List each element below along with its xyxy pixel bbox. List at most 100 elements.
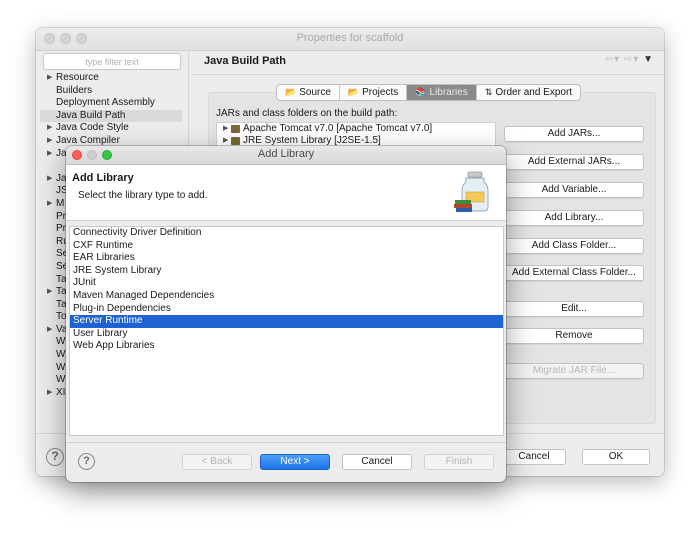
tree-item-label: Ja xyxy=(56,147,67,159)
tab-icon: ⇅ xyxy=(484,87,493,97)
tree-item-label: Resource xyxy=(56,72,99,83)
dialog-header: Add Library Select the library type to a… xyxy=(66,165,506,221)
expand-arrow-icon[interactable]: ▶ xyxy=(47,72,52,85)
cancel-button[interactable]: Cancel xyxy=(502,449,566,465)
add-external-class-folder-button[interactable]: Add External Class Folder... xyxy=(504,265,644,281)
jar-list-item[interactable]: ▶ Apache Tomcat v7.0 [Apache Tomcat v7.0] xyxy=(217,123,495,135)
tree-item-label: Deployment Assembly xyxy=(56,97,155,109)
tab-icon: 📂 xyxy=(285,87,297,97)
tree-item-label: Pr xyxy=(56,210,66,222)
tree-item[interactable]: ▶ Java Code Style xyxy=(40,122,182,135)
expand-arrow-icon[interactable]: ▶ xyxy=(47,135,52,148)
build-path-tabs: 📂 Source 📂 Projects 📚 Libraries ⇅ Order and Exp… xyxy=(276,84,582,101)
tree-item-label: Java Build Path xyxy=(56,109,126,121)
library-type-item[interactable]: CXF Runtime xyxy=(70,240,503,253)
libraries-label: JARs and class folders on the build path… xyxy=(216,108,398,119)
tab-order-and-export[interactable]: ⇅ Order and Export xyxy=(477,85,580,100)
dialog-titlebar[interactable]: Add Library xyxy=(66,146,506,165)
migrate-jar-button[interactable]: Migrate JAR File... xyxy=(504,363,644,379)
tree-item-label: Java Compiler xyxy=(56,134,120,146)
tree-item-label: Ta xyxy=(56,286,67,298)
expand-arrow-icon[interactable]: ▶ xyxy=(47,286,52,299)
tree-item[interactable]: Deployment Assembly xyxy=(40,97,182,110)
library-type-item[interactable]: EAR Libraries xyxy=(70,252,503,265)
tree-item-label: Ta xyxy=(56,273,67,285)
tree-item-label: Java Code Style xyxy=(56,122,129,134)
library-icon xyxy=(231,125,240,133)
dialog-footer-divider xyxy=(66,442,506,443)
jar-label: Apache Tomcat v7.0 [Apache Tomcat v7.0] xyxy=(243,123,433,134)
tab-label: Projects xyxy=(362,87,399,98)
ok-button[interactable]: OK xyxy=(582,449,650,465)
next-button[interactable]: Next > xyxy=(260,454,330,470)
add-library-dialog: Add Library Add Library Select the libra… xyxy=(66,146,506,482)
remove-button[interactable]: Remove xyxy=(504,328,644,344)
view-menu-icon[interactable]: ▼ xyxy=(643,54,654,65)
dialog-subtitle: Select the library type to add. xyxy=(78,190,208,201)
properties-titlebar[interactable]: Properties for scaffold xyxy=(36,28,664,51)
tree-item-label: Pr xyxy=(56,223,66,235)
tree-item-label: W xyxy=(56,349,66,361)
tab-icon: 📚 xyxy=(415,87,427,97)
tree-item-label: Ta xyxy=(56,298,67,310)
tree-item[interactable]: ▶ Resource xyxy=(40,72,182,85)
add-library-button[interactable]: Add Library... xyxy=(504,210,644,226)
back-arrow-icon[interactable]: ⇦ xyxy=(605,54,614,65)
add-jars-button[interactable]: Add JARs... xyxy=(504,126,644,142)
library-type-item[interactable]: Connectivity Driver Definition xyxy=(70,227,503,240)
tree-item-label: Builders xyxy=(56,84,93,96)
edit-button[interactable]: Edit... xyxy=(504,301,644,317)
tree-item-label: W xyxy=(56,361,66,373)
tree-item[interactable]: Java Build Path xyxy=(40,109,182,123)
tab-libraries[interactable]: 📚 Libraries xyxy=(407,85,477,100)
library-type-item[interactable]: Plug-in Dependencies xyxy=(70,303,503,316)
jar-label: JRE System Library [J2SE-1.5] xyxy=(243,135,381,146)
expand-arrow-icon[interactable]: ▶ xyxy=(47,198,52,211)
page-navigation: ⇦▾ ⇨▾ ▼ xyxy=(604,54,654,65)
forward-arrow-icon[interactable]: ⇨ xyxy=(624,54,633,65)
header-divider xyxy=(192,74,664,75)
add-class-folder-button[interactable]: Add Class Folder... xyxy=(504,238,644,254)
tree-item-label: To xyxy=(56,311,67,323)
expand-arrow-icon[interactable]: ▶ xyxy=(47,148,52,161)
tree-item-label: W xyxy=(56,336,66,348)
tree-item[interactable]: Builders xyxy=(40,85,182,98)
tab-source[interactable]: 📂 Source xyxy=(277,85,340,100)
library-type-item[interactable]: Web App Libraries xyxy=(70,340,503,353)
help-icon[interactable]: ? xyxy=(46,448,64,466)
tab-label: Order and Export xyxy=(495,87,573,98)
finish-button[interactable]: Finish xyxy=(424,454,494,470)
dialog-help-icon[interactable]: ? xyxy=(78,453,95,470)
library-icon xyxy=(231,137,240,145)
filter-field[interactable] xyxy=(43,53,181,70)
page-title: Java Build Path xyxy=(204,55,286,67)
library-type-item[interactable]: JUnit xyxy=(70,277,503,290)
library-type-item[interactable]: JRE System Library xyxy=(70,265,503,278)
back-button[interactable]: < Back xyxy=(182,454,252,470)
dialog-heading: Add Library xyxy=(72,172,134,184)
library-jar-icon xyxy=(454,171,489,212)
tab-projects[interactable]: 📂 Projects xyxy=(340,85,408,100)
library-type-list[interactable]: Connectivity Driver Definition CXF Runtim… xyxy=(69,226,504,436)
dialog-title: Add Library xyxy=(257,148,315,160)
tab-icon: 📂 xyxy=(347,87,360,97)
tab-label: Libraries xyxy=(429,87,468,98)
dialog-cancel-button[interactable]: Cancel xyxy=(342,454,412,470)
expand-arrow-icon[interactable]: ▶ xyxy=(223,123,228,135)
library-type-item[interactable]: Maven Managed Dependencies xyxy=(70,290,503,303)
expand-arrow-icon[interactable]: ▶ xyxy=(47,122,52,135)
add-variable-button[interactable]: Add Variable... xyxy=(504,182,644,198)
filter-input[interactable] xyxy=(44,54,180,69)
add-external-jars-button[interactable]: Add External JARs... xyxy=(504,154,644,170)
library-type-item[interactable]: Server Runtime xyxy=(70,315,503,328)
tree-item-label: M xyxy=(56,197,65,209)
expand-arrow-icon[interactable]: ▶ xyxy=(47,173,52,186)
tree-item-label: W xyxy=(56,374,66,386)
tree-item-label: Ja xyxy=(56,172,67,184)
tree-item-label: XI xyxy=(56,386,66,398)
tab-label: Source xyxy=(299,87,331,98)
library-type-item[interactable]: User Library xyxy=(70,328,503,341)
expand-arrow-icon[interactable]: ▶ xyxy=(47,387,52,400)
window-title: Properties for scaffold xyxy=(296,32,404,44)
expand-arrow-icon[interactable]: ▶ xyxy=(47,324,52,337)
